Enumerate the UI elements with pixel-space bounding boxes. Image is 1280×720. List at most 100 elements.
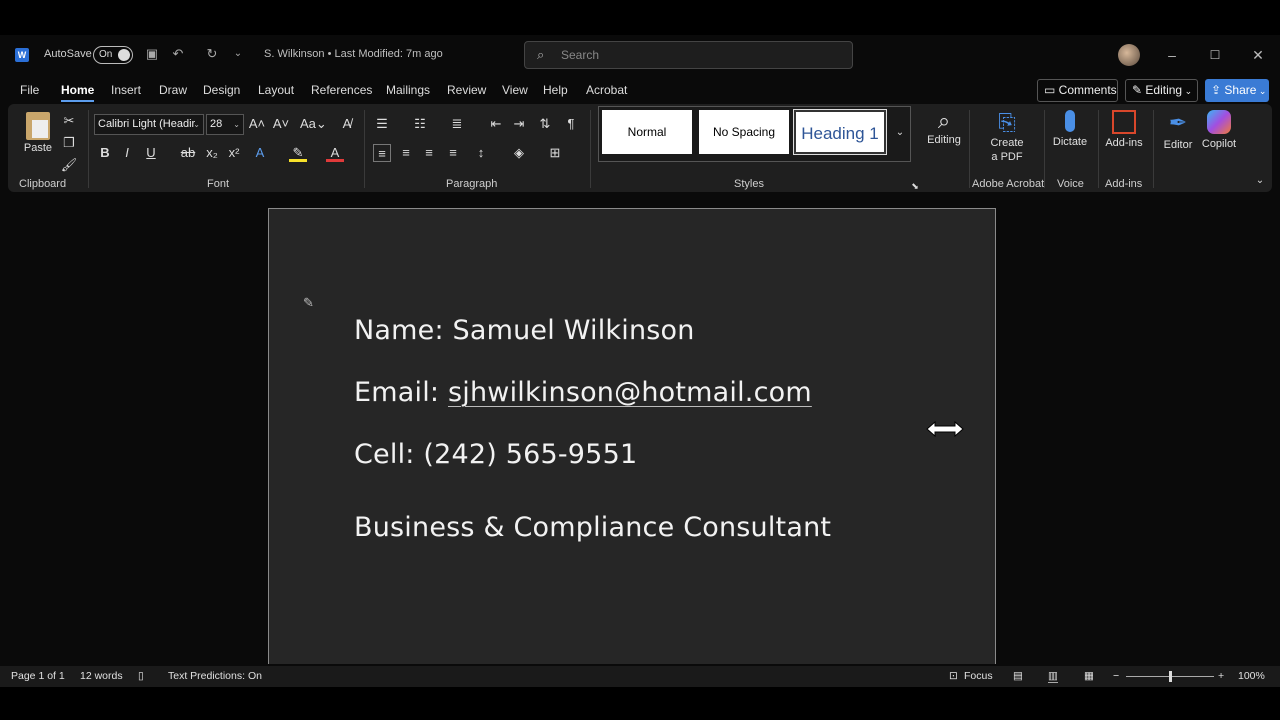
font-family-select[interactable]: Calibri Light (Headir ⌄ bbox=[94, 114, 204, 135]
zoom-out-icon[interactable]: − bbox=[1113, 670, 1119, 682]
title-line[interactable]: Business & Compliance Consultant bbox=[354, 512, 831, 543]
align-left-icon[interactable]: ≡ bbox=[373, 144, 391, 162]
format-painter-icon[interactable]: 🖌 bbox=[60, 156, 78, 174]
editor-button[interactable]: ✒ Editor bbox=[1158, 110, 1198, 151]
increase-indent-icon[interactable]: ⇥ bbox=[510, 115, 528, 133]
email-line[interactable]: Email: sjhwilkinson@hotmail.com bbox=[354, 377, 812, 408]
bold-icon[interactable]: B bbox=[96, 144, 114, 162]
sort-icon[interactable]: ⇅ bbox=[536, 115, 554, 133]
tab-help[interactable]: Help bbox=[543, 83, 568, 97]
zoom-slider-thumb[interactable] bbox=[1169, 671, 1172, 682]
tab-file[interactable]: File bbox=[20, 83, 39, 97]
strikethrough-icon[interactable]: ab bbox=[179, 144, 197, 162]
tab-design[interactable]: Design bbox=[203, 83, 240, 97]
separator bbox=[1098, 110, 1099, 188]
search-box[interactable]: ⌕ Search bbox=[524, 41, 853, 69]
editing-group-button[interactable]: ⌕ Editing bbox=[924, 108, 964, 146]
add-ins-button[interactable]: Add-ins bbox=[1102, 110, 1146, 149]
dictate-button[interactable]: Dictate bbox=[1049, 110, 1091, 148]
change-case-icon[interactable]: Aa⌄ bbox=[300, 115, 327, 133]
tab-review[interactable]: Review bbox=[447, 83, 486, 97]
focus-icon[interactable]: ⊡ bbox=[949, 670, 958, 682]
customize-toolbar-icon[interactable]: ⌄ bbox=[230, 46, 246, 62]
tab-home[interactable]: Home bbox=[61, 83, 95, 102]
paste-button[interactable]: Paste bbox=[20, 112, 56, 154]
tab-view[interactable]: View bbox=[502, 83, 528, 97]
show-formatting-icon[interactable]: ¶ bbox=[562, 115, 580, 133]
zoom-level[interactable]: 100% bbox=[1238, 670, 1265, 682]
read-mode-icon[interactable]: ▤ bbox=[1013, 670, 1023, 682]
maximize-icon[interactable]: ☐ bbox=[1206, 46, 1224, 64]
document-page[interactable]: ✎ Name: Samuel Wilkinson Email: sjhwilki… bbox=[268, 208, 996, 664]
print-layout-icon[interactable]: ▥ bbox=[1048, 670, 1058, 683]
word-count[interactable]: 12 words bbox=[80, 670, 123, 682]
line-spacing-icon[interactable]: ↕ bbox=[472, 144, 490, 162]
decrease-indent-icon[interactable]: ⇤ bbox=[487, 115, 505, 133]
text-effects-icon[interactable]: A bbox=[251, 144, 269, 162]
style-normal[interactable]: Normal bbox=[602, 110, 692, 154]
cut-icon[interactable]: ✂ bbox=[60, 112, 78, 130]
tab-insert[interactable]: Insert bbox=[111, 83, 141, 97]
styles-more-icon[interactable]: ⌄ bbox=[891, 124, 909, 142]
save-icon[interactable]: ▣ bbox=[144, 46, 160, 62]
shrink-font-icon[interactable]: A˅ bbox=[272, 115, 290, 133]
word-logo-icon[interactable]: W bbox=[15, 48, 29, 62]
highlight-icon[interactable]: ✎ bbox=[289, 144, 307, 162]
user-avatar[interactable] bbox=[1118, 44, 1140, 66]
add-ins-group-label: Add-ins bbox=[1105, 178, 1143, 190]
font-color-icon[interactable]: A bbox=[326, 144, 344, 162]
grow-font-icon[interactable]: A˄ bbox=[248, 115, 266, 133]
multilevel-list-icon[interactable]: ≣ bbox=[448, 115, 466, 133]
email-link[interactable]: sjhwilkinson@hotmail.com bbox=[448, 377, 812, 408]
underline-icon[interactable]: U bbox=[142, 144, 160, 162]
zoom-slider[interactable] bbox=[1126, 671, 1214, 682]
text-predictions[interactable]: Text Predictions: On bbox=[168, 670, 262, 682]
subscript-icon[interactable]: x₂ bbox=[203, 144, 221, 162]
superscript-icon[interactable]: x² bbox=[225, 144, 243, 162]
borders-icon[interactable]: ⊞ bbox=[546, 144, 564, 162]
tab-draw[interactable]: Draw bbox=[159, 83, 187, 97]
tab-references[interactable]: References bbox=[311, 83, 372, 97]
create-pdf-label: Create a PDF bbox=[990, 137, 1024, 163]
comments-button[interactable]: ▭ Comments bbox=[1037, 79, 1118, 102]
name-line[interactable]: Name: Samuel Wilkinson bbox=[354, 315, 695, 346]
style-heading-1[interactable]: Heading 1 bbox=[794, 110, 886, 154]
chevron-down-icon: ⌄ bbox=[1256, 86, 1267, 96]
zoom-in-icon[interactable]: + bbox=[1218, 670, 1224, 682]
justify-icon[interactable]: ≡ bbox=[444, 144, 462, 162]
italic-icon[interactable]: I bbox=[118, 144, 136, 162]
share-button[interactable]: ⇪ Share ⌄ bbox=[1205, 79, 1269, 102]
editing-mode-button[interactable]: ✎ Editing ⌄ bbox=[1125, 79, 1198, 102]
tab-acrobat[interactable]: Acrobat bbox=[586, 83, 627, 97]
style-no-spacing[interactable]: No Spacing bbox=[699, 110, 789, 154]
autosave-toggle[interactable]: On bbox=[93, 46, 133, 64]
tab-mailings[interactable]: Mailings bbox=[386, 83, 430, 97]
redo-icon[interactable]: ↻ bbox=[204, 46, 220, 62]
font-size-select[interactable]: 28 ⌄ bbox=[206, 114, 244, 135]
align-center-icon[interactable]: ≡ bbox=[397, 144, 415, 162]
cell-line[interactable]: Cell: (242) 565-9551 bbox=[354, 439, 637, 470]
web-layout-icon[interactable]: ▦ bbox=[1084, 670, 1094, 682]
page-count[interactable]: Page 1 of 1 bbox=[11, 670, 65, 682]
microphone-icon bbox=[1065, 110, 1075, 132]
paste-label: Paste bbox=[23, 142, 53, 154]
ink-pen-icon[interactable]: ✎ bbox=[303, 295, 319, 311]
minimize-icon[interactable]: – bbox=[1163, 46, 1181, 64]
focus-label[interactable]: Focus bbox=[964, 670, 993, 682]
clear-formatting-icon[interactable]: A̸ bbox=[338, 115, 356, 133]
font-family-value: Calibri Light (Headir bbox=[98, 118, 196, 130]
collapse-ribbon-icon[interactable]: ⌄ bbox=[1251, 172, 1269, 190]
create-pdf-button[interactable]: ⎘ Create a PDF bbox=[983, 110, 1031, 164]
bullets-icon[interactable]: ☰ bbox=[373, 115, 391, 133]
align-right-icon[interactable]: ≡ bbox=[420, 144, 438, 162]
document-title[interactable]: S. Wilkinson • Last Modified: 7m ago bbox=[264, 48, 443, 60]
proofing-icon[interactable]: ▯ bbox=[138, 670, 144, 682]
undo-icon[interactable]: ↶ bbox=[170, 46, 186, 62]
numbering-icon[interactable]: ☷ bbox=[411, 115, 429, 133]
shading-icon[interactable]: ◈ bbox=[510, 144, 528, 162]
copilot-button[interactable]: Copilot bbox=[1198, 110, 1240, 150]
copy-icon[interactable]: ❐ bbox=[60, 134, 78, 152]
close-icon[interactable]: ✕ bbox=[1249, 46, 1267, 64]
tab-layout[interactable]: Layout bbox=[258, 83, 294, 97]
document-area: ✎ Name: Samuel Wilkinson Email: sjhwilki… bbox=[0, 192, 1280, 664]
